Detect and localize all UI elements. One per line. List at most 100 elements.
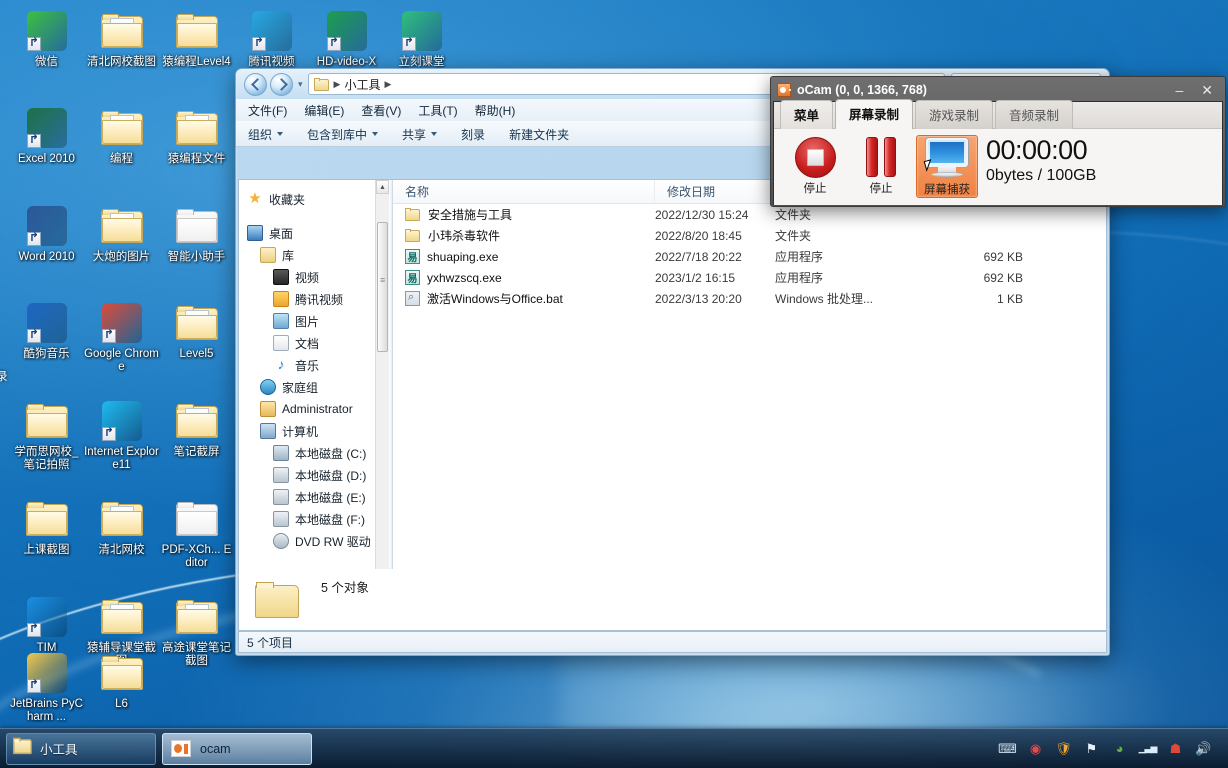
desktop-icon-glyph	[9, 300, 84, 346]
desktop-icon-6[interactable]: Excel 2010	[9, 105, 84, 166]
close-button[interactable]: ✕	[1195, 82, 1219, 99]
shield-icon[interactable]: 🛡	[1055, 740, 1072, 757]
table-row[interactable]: 安全措施与工具 2022/12/30 15:24 文件夹	[393, 204, 1106, 225]
nav-tree-item-6[interactable]: 图片	[247, 310, 389, 332]
scroll-up-button[interactable]: ▲	[376, 180, 389, 194]
nav-scrollbar[interactable]: ▲ ▼	[375, 180, 389, 631]
safety-icon[interactable]: ☗	[1167, 740, 1184, 757]
menu-item-2[interactable]: 查看(V)	[361, 102, 401, 119]
nav-tree-item-13[interactable]: 本地磁盘 (D:)	[247, 464, 389, 486]
recent-pages-dropdown[interactable]: ▾	[296, 79, 305, 90]
keyboard-icon[interactable]: ⌨	[998, 740, 1017, 757]
desktop-icon-10[interactable]: 大炮的图片	[84, 203, 159, 264]
table-row[interactable]: 激活Windows与Office.bat 2022/3/13 20:20 Windo…	[393, 288, 1106, 309]
back-button[interactable]	[244, 72, 267, 96]
desktop-icon-20[interactable]: PDF-XCh... Editor	[159, 496, 234, 570]
ocam-tab-bar[interactable]: 菜单 屏幕录制 游戏录制 音频录制	[774, 99, 1222, 129]
desktop-icon-17[interactable]: 笔记截屏	[159, 398, 234, 459]
nav-tree-item-15[interactable]: 本地磁盘 (F:)	[247, 508, 389, 530]
desktop-icon-13[interactable]: Google Chrome	[84, 300, 159, 374]
volume-icon[interactable]: 🔊	[1195, 740, 1212, 757]
desktop-icon-18[interactable]: 上课截图	[9, 496, 84, 557]
toolbar-item-1[interactable]: 包含到库中	[307, 126, 379, 143]
desktop-icon-5[interactable]: 立刻课堂	[384, 8, 459, 69]
nav-tree-item-label: DVD RW 驱动	[295, 534, 371, 549]
nav-tree-item-5[interactable]: 腾讯视频	[247, 288, 389, 310]
desktop-icon-8[interactable]: 猿编程文件	[159, 105, 234, 166]
breadcrumb-separator-end[interactable]: ▶	[384, 79, 391, 90]
desktop-icon-4[interactable]: HD-video-X	[309, 8, 384, 69]
desktop-icon-7[interactable]: 编程	[84, 105, 159, 166]
menu-item-0[interactable]: 文件(F)	[248, 102, 287, 119]
desktop-icon-label: 猿编程Level4	[162, 56, 231, 68]
menu-item-3[interactable]: 工具(T)	[418, 102, 457, 119]
tab-0[interactable]: 菜单	[780, 100, 834, 129]
desktop-icon-9[interactable]: Word 2010	[9, 203, 84, 264]
nav-tree-item-11[interactable]: 计算机	[247, 420, 389, 442]
nav-tree-item-12[interactable]: 本地磁盘 (C:)	[247, 442, 389, 464]
shortcut-overlay-icon	[26, 134, 41, 148]
desktop-icon	[247, 225, 263, 241]
desktop-icon-15[interactable]: 学而思网校_笔记拍照	[9, 398, 84, 472]
taskbar-button-1[interactable]: ocam	[162, 732, 312, 765]
breadcrumb-item[interactable]: 小工具	[344, 76, 380, 93]
ocam-title-bar[interactable]: oCam (0, 0, 1366, 768) – ✕	[773, 79, 1223, 101]
ocam-pause-button[interactable]: 停止	[850, 135, 912, 198]
desktop-icon-1[interactable]: 清北网校截图	[84, 8, 159, 69]
navigation-pane[interactable]: ★ 收藏夹 桌面库视频 腾讯视频 图片 文档 ♪ 音乐 家庭组 Administrator 计算机本…	[239, 180, 389, 631]
ocam-screen-capture-button[interactable]: 屏幕捕获	[916, 135, 978, 198]
desktop-icon-21[interactable]: TIM	[9, 594, 84, 655]
desktop-icon-23[interactable]: 高途课堂笔记截图	[159, 594, 234, 668]
scroll-thumb[interactable]	[377, 222, 388, 352]
file-list-pane[interactable]: 名称修改日期类型大小 安全措施与工具2022/12/30 15:24文件夹小玮杀…	[393, 180, 1106, 631]
tab-2[interactable]: 游戏录制	[915, 100, 994, 129]
toolbar-item-4[interactable]: 新建文件夹	[509, 126, 569, 143]
desktop-icon-label: JetBrains PyCharm ...	[10, 698, 83, 723]
record-icon[interactable]: ◉	[1027, 740, 1044, 757]
desktop-icon-12[interactable]: 酷狗音乐	[9, 300, 84, 361]
nav-tree-item-10[interactable]: Administrator	[247, 398, 389, 420]
menu-item-4[interactable]: 帮助(H)	[475, 102, 516, 119]
minimize-button[interactable]: –	[1169, 82, 1189, 98]
system-tray[interactable]: ⌨ ◉ 🛡 ⚑ ◕ ▁▃▅ ☗ 🔊	[998, 740, 1228, 757]
table-row[interactable]: 小玮杀毒软件 2022/8/20 18:45 文件夹	[393, 225, 1106, 246]
column-header-1[interactable]: 修改日期	[655, 180, 775, 203]
forward-button[interactable]	[270, 72, 293, 96]
toolbar-item-3[interactable]: 刻录	[461, 126, 485, 143]
taskbar[interactable]: 小工具 ocam ⌨ ◉ 🛡 ⚑ ◕ ▁▃▅ ☗ 🔊	[0, 728, 1228, 768]
ocam-window[interactable]: oCam (0, 0, 1366, 768) – ✕ 菜单 屏幕录制 游戏录制 音频录…	[770, 76, 1226, 207]
toolbar-item-2[interactable]: 共享	[402, 126, 438, 143]
table-row[interactable]: 易 shuaping.exe 2022/7/18 20:22 应用程序 692 KB	[393, 246, 1106, 267]
desktop-icon-3[interactable]: 腾讯视频	[234, 8, 309, 69]
taskbar-button-0[interactable]: 小工具	[6, 732, 156, 765]
flag-icon[interactable]: ⚑	[1083, 740, 1100, 757]
desktop-icon-19[interactable]: 清北网校	[84, 496, 159, 557]
table-row[interactable]: 易 yxhwzscq.exe 2023/1/2 16:15 应用程序 692 KB	[393, 267, 1106, 288]
menu-item-1[interactable]: 编辑(E)	[304, 102, 344, 119]
nav-tree-item-9[interactable]: 家庭组	[247, 376, 389, 398]
nav-tree-item-4[interactable]: 视频	[247, 266, 389, 288]
nav-tree-item-0[interactable]: ★ 收藏夹	[247, 188, 389, 210]
nav-tree-item-8[interactable]: ♪ 音乐	[247, 354, 389, 376]
desktop-icon-2[interactable]: 猿编程Level4	[159, 8, 234, 69]
desktop-icon-11[interactable]: 智能小助手	[159, 203, 234, 264]
desktop-icon-0[interactable]: 微信	[9, 8, 84, 69]
toolbar-item-0[interactable]: 组织	[248, 126, 284, 143]
nav-tree-item-2[interactable]: 桌面	[247, 222, 389, 244]
nav-tree-item-16[interactable]: DVD RW 驱动	[247, 530, 389, 552]
nvidia-icon[interactable]: ◕	[1111, 740, 1128, 757]
desktop-icon-24[interactable]: JetBrains PyCharm ...	[9, 650, 84, 724]
column-header-0[interactable]: 名称	[393, 180, 655, 203]
desktop-icon-14[interactable]: Level5	[159, 300, 234, 361]
ocam-stop-button[interactable]: 停止	[784, 135, 846, 198]
file-name-label: 激活Windows与Office.bat	[427, 292, 563, 306]
nav-tree-item-7[interactable]: 文档	[247, 332, 389, 354]
signal-icon[interactable]: ▁▃▅	[1139, 740, 1158, 757]
tab-1[interactable]: 屏幕录制	[835, 99, 914, 129]
desktop-icon-16[interactable]: Internet Explore11	[84, 398, 159, 472]
nav-tree-item-3[interactable]: 库	[247, 244, 389, 266]
tab-3[interactable]: 音频录制	[995, 100, 1074, 129]
desktop-icon-25[interactable]: L6	[84, 650, 159, 711]
ocam-button-group: 停止 停止 屏幕捕获	[784, 135, 978, 198]
nav-tree-item-14[interactable]: 本地磁盘 (E:)	[247, 486, 389, 508]
